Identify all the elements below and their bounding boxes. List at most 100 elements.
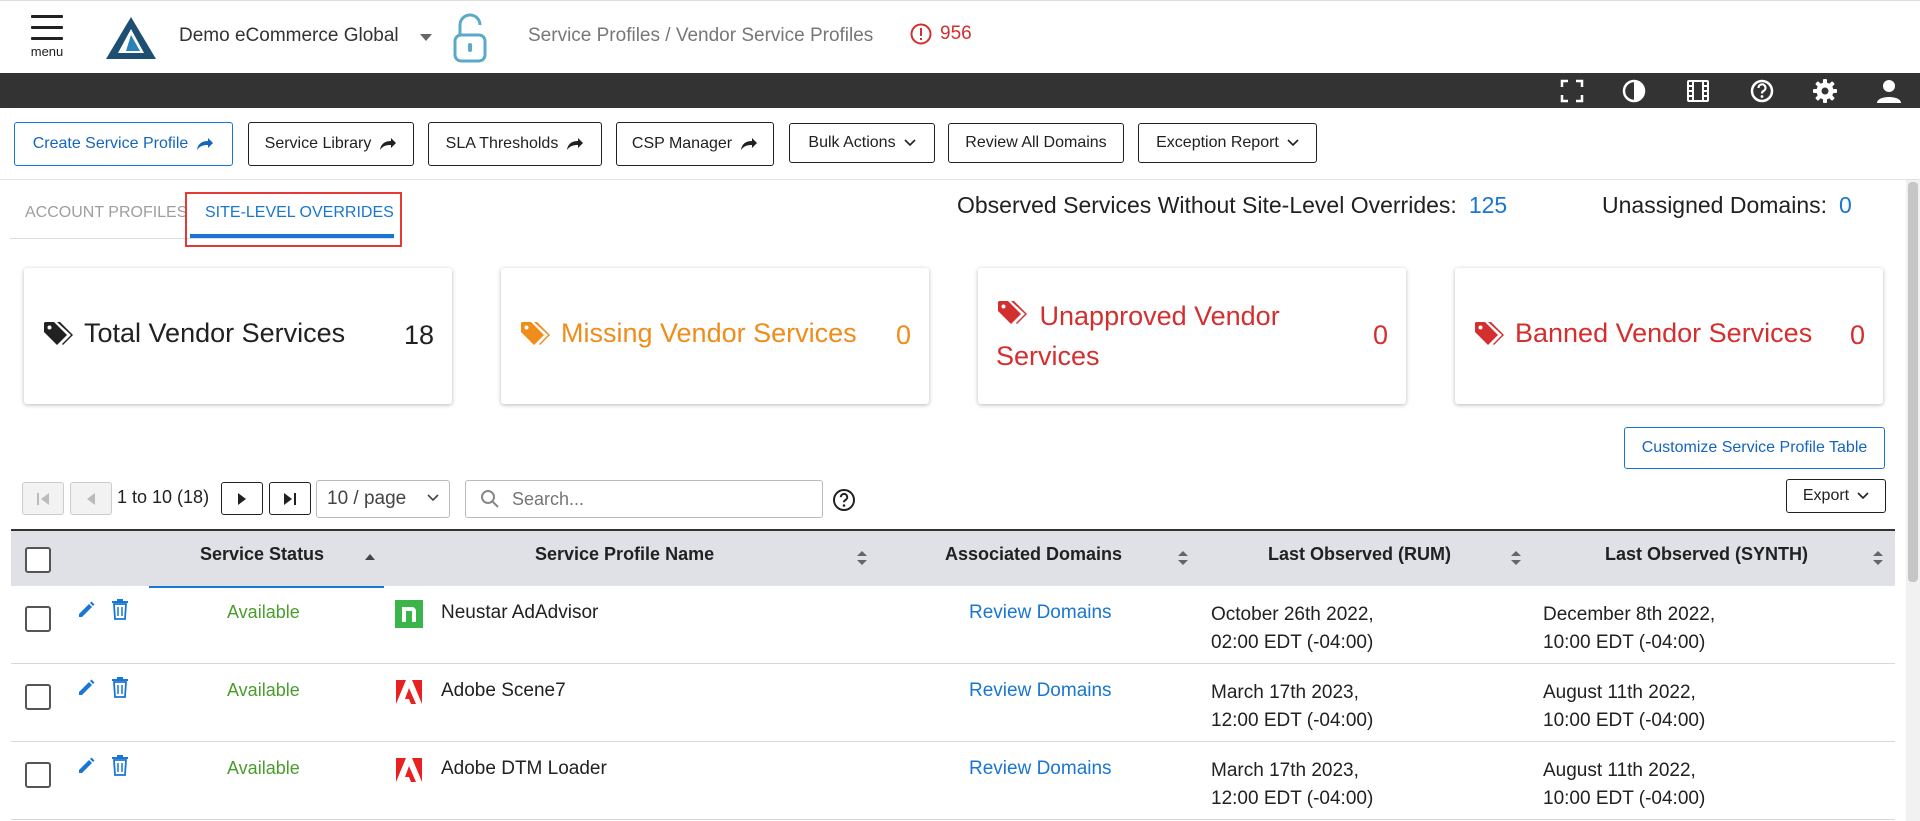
share-arrow-icon [380, 138, 397, 150]
sort-ascending-icon[interactable] [365, 553, 375, 561]
export-dropdown[interactable]: Export [1786, 479, 1886, 513]
delete-trash-icon[interactable] [111, 598, 129, 620]
row-checkbox[interactable] [25, 762, 51, 788]
delete-trash-icon[interactable] [111, 676, 129, 698]
rum-time: 12:00 EDT (-04:00) [1211, 788, 1374, 809]
exception-report-dropdown[interactable]: Exception Report [1138, 123, 1317, 163]
sort-icon[interactable] [857, 551, 867, 565]
search-icon [481, 490, 499, 508]
create-service-profile-button[interactable]: Create Service Profile [14, 122, 233, 166]
observed-services-value[interactable]: 125 [1469, 192, 1507, 218]
utility-bar [0, 73, 1920, 108]
search-input[interactable] [512, 488, 792, 510]
card-unapproved-vendor-services[interactable]: Unapproved Vendor Services 0 [978, 268, 1406, 404]
top-header: menu Demo eCommerce Global Service Profi… [0, 0, 1920, 73]
card-value: 18 [403, 320, 434, 350]
previous-page-button[interactable] [70, 482, 112, 515]
unlock-icon[interactable] [452, 13, 488, 65]
delete-trash-icon[interactable] [111, 754, 129, 776]
select-all-checkbox[interactable] [25, 547, 51, 573]
sort-icon[interactable] [1873, 551, 1883, 565]
column-header-service-profile-name[interactable]: Service Profile Name [535, 544, 714, 565]
next-page-button[interactable] [221, 482, 263, 515]
neustar-logo-icon [395, 600, 423, 628]
company-logo[interactable] [104, 15, 158, 61]
alert-icon [910, 23, 932, 45]
edit-pencil-icon[interactable] [76, 756, 96, 776]
service-profile-name: Adobe DTM Loader [441, 758, 607, 779]
column-header-service-status[interactable]: Service Status [200, 544, 324, 565]
sort-icon[interactable] [1178, 551, 1188, 565]
search-help-icon[interactable] [832, 488, 856, 512]
card-value: 0 [1849, 320, 1865, 350]
review-all-domains-label: Review All Domains [965, 134, 1107, 151]
sla-thresholds-label: SLA Thresholds [445, 135, 559, 152]
column-header-associated-domains[interactable]: Associated Domains [945, 544, 1122, 565]
service-library-button[interactable]: Service Library [248, 122, 414, 166]
card-title: Missing Vendor Services [561, 318, 857, 348]
card-title: Banned Vendor Services [1515, 318, 1813, 348]
bulk-actions-dropdown[interactable]: Bulk Actions [789, 123, 935, 163]
card-value: 0 [895, 320, 911, 350]
csp-manager-label: CSP Manager [631, 135, 733, 152]
adobe-logo-icon [396, 758, 422, 782]
tags-icon [521, 321, 550, 345]
contrast-icon[interactable] [1621, 78, 1647, 104]
column-header-last-observed-synth[interactable]: Last Observed (SYNTH) [1605, 544, 1808, 565]
hamburger-icon [31, 15, 63, 40]
page-size-value: 10 / page [327, 488, 407, 509]
sort-icon[interactable] [1511, 551, 1521, 565]
previous-page-icon [87, 492, 95, 505]
review-domains-link[interactable]: Review Domains [969, 758, 1112, 780]
service-library-label: Service Library [264, 135, 372, 152]
last-observed-synth: August 11th 2022, 10:00 EDT (-04:00) [1543, 757, 1705, 813]
csp-manager-button[interactable]: CSP Manager [616, 122, 774, 166]
service-status: Available [227, 680, 300, 700]
alert-indicator[interactable]: 956 [910, 23, 972, 45]
user-profile-icon[interactable] [1876, 78, 1902, 104]
share-arrow-icon [567, 138, 584, 150]
menu-label: menu [30, 44, 64, 59]
row-checkbox[interactable] [25, 684, 51, 710]
tags-icon [998, 301, 1027, 324]
table-header: Service Status Service Profile Name Asso… [11, 529, 1895, 588]
synth-date: December 8th 2022, [1543, 604, 1716, 625]
row-checkbox[interactable] [25, 606, 51, 632]
edit-pencil-icon[interactable] [76, 600, 96, 620]
first-page-button[interactable] [22, 482, 64, 515]
org-name[interactable]: Demo eCommerce Global [179, 25, 399, 47]
unassigned-domains-label: Unassigned Domains: [1602, 192, 1828, 218]
edit-pencil-icon[interactable] [76, 678, 96, 698]
unassigned-domains-value[interactable]: 0 [1839, 192, 1852, 218]
chevron-down-icon [904, 139, 916, 147]
page-size-select[interactable]: 10 / page [316, 480, 450, 518]
film-icon[interactable] [1685, 78, 1711, 104]
rum-time: 12:00 EDT (-04:00) [1211, 710, 1374, 731]
card-total-vendor-services[interactable]: Total Vendor Services 18 [24, 268, 452, 404]
tab-account-profiles[interactable]: ACCOUNT PROFILES [25, 204, 187, 222]
card-banned-vendor-services[interactable]: Banned Vendor Services 0 [1455, 268, 1883, 404]
table-row: Available Neustar AdAdvisor Review Domai… [11, 586, 1895, 664]
column-header-last-observed-rum[interactable]: Last Observed (RUM) [1268, 544, 1451, 565]
settings-gear-icon[interactable] [1812, 78, 1838, 104]
menu-button[interactable]: menu [26, 15, 68, 69]
customize-table-button[interactable]: Customize Service Profile Table [1624, 427, 1885, 469]
exception-report-label: Exception Report [1156, 134, 1279, 151]
review-domains-link[interactable]: Review Domains [969, 602, 1112, 624]
review-domains-link[interactable]: Review Domains [969, 680, 1112, 702]
pagination-range: 1 to 10 (18) [117, 487, 210, 507]
sla-thresholds-button[interactable]: SLA Thresholds [428, 122, 602, 166]
chevron-down-icon [1287, 139, 1299, 147]
search-box [465, 480, 823, 518]
fullscreen-icon[interactable] [1559, 78, 1585, 104]
last-page-button[interactable] [269, 482, 311, 515]
page-scrollbar-thumb[interactable] [1908, 182, 1918, 582]
last-observed-synth: December 8th 2022, 10:00 EDT (-04:00) [1543, 601, 1715, 657]
org-dropdown-icon[interactable] [420, 34, 432, 42]
rum-date: October 26th 2022, [1211, 604, 1374, 625]
help-icon[interactable] [1749, 78, 1775, 104]
tags-icon [1475, 321, 1504, 345]
review-all-domains-button[interactable]: Review All Domains [948, 123, 1124, 163]
first-page-icon [37, 492, 49, 505]
card-missing-vendor-services[interactable]: Missing Vendor Services 0 [501, 268, 929, 404]
